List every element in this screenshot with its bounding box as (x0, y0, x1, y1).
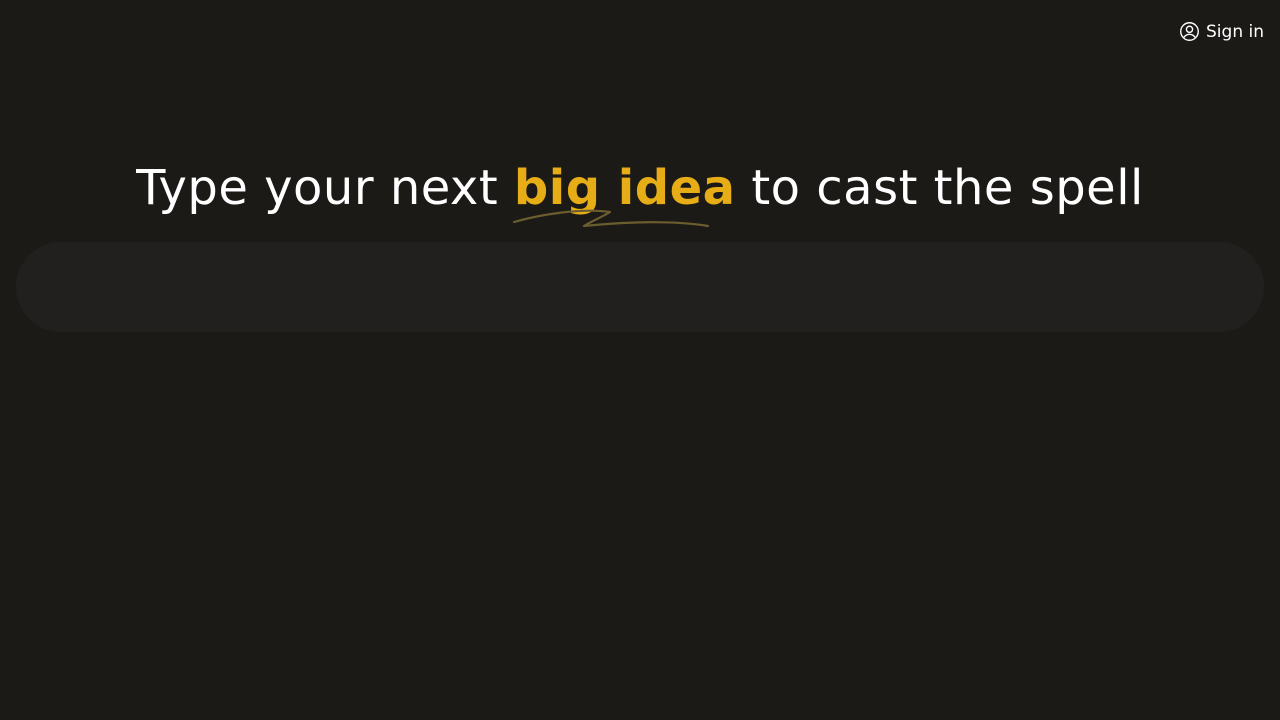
headline-accent-text: big idea (513, 160, 736, 216)
sign-in-button[interactable]: Sign in (1179, 21, 1264, 42)
page: Sign in Type your next big idea to cast … (0, 0, 1280, 720)
headline-after: to cast the spell (751, 160, 1144, 216)
hero-headline: Type your next big idea to cast the spel… (0, 156, 1280, 228)
headline-accent: big idea (512, 156, 736, 228)
sign-in-label: Sign in (1206, 21, 1264, 42)
idea-prompt-input[interactable] (16, 242, 1264, 332)
headline-before: Type your next (136, 160, 499, 216)
user-circle-icon (1180, 22, 1199, 41)
